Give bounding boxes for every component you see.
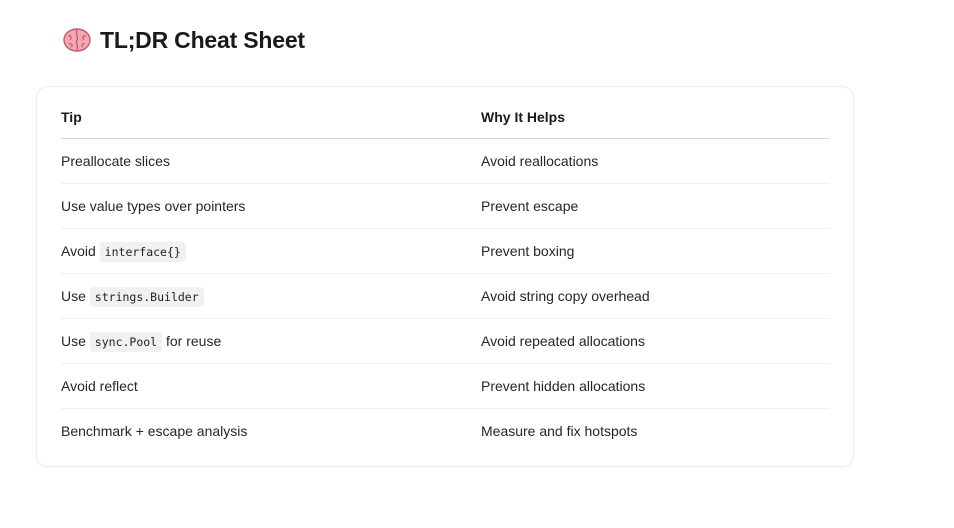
- why-cell: Avoid repeated allocations: [481, 318, 830, 364]
- inline-code: strings.Builder: [89, 286, 204, 307]
- table-row: Benchmark + escape analysis Measure and f…: [61, 408, 830, 453]
- table-row: Use sync.Pool for reuse Avoid repeated al…: [61, 318, 830, 364]
- tip-text: for reuse: [162, 332, 222, 349]
- tip-text: Benchmark + escape analysis: [61, 422, 248, 439]
- tip-cell: Use strings.Builder: [61, 273, 481, 319]
- column-header-tip: Tip: [61, 93, 481, 139]
- tip-text: Preallocate slices: [61, 152, 170, 169]
- tip-text: Use: [61, 332, 90, 349]
- table-row: Use value types over pointers Prevent esc…: [61, 183, 830, 229]
- tip-cell: Preallocate slices: [61, 138, 481, 184]
- table-row: Avoid reflect Prevent hidden allocations: [61, 363, 830, 409]
- tip-cell: Benchmark + escape analysis: [61, 408, 481, 453]
- why-cell: Avoid string copy overhead: [481, 273, 830, 319]
- why-cell: Prevent hidden allocations: [481, 363, 830, 409]
- page-heading: TL;DR Cheat Sheet: [62, 24, 305, 56]
- cheat-sheet-card: Tip Why It Helps Preallocate slices Avoid…: [36, 86, 854, 467]
- table-row: Avoid interface{} Prevent boxing: [61, 228, 830, 274]
- tip-cell: Avoid interface{}: [61, 228, 481, 274]
- table-row: Use strings.Builder Avoid string copy ove…: [61, 273, 830, 319]
- tip-cell: Use sync.Pool for reuse: [61, 318, 481, 364]
- tip-text: Avoid: [61, 242, 100, 259]
- why-cell: Prevent boxing: [481, 228, 830, 274]
- inline-code: sync.Pool: [89, 331, 163, 352]
- brain-icon: [63, 28, 91, 52]
- tip-text: Use: [61, 287, 90, 304]
- tip-text: Avoid reflect: [61, 377, 138, 394]
- page-title: TL;DR Cheat Sheet: [100, 26, 305, 53]
- tip-cell: Avoid reflect: [61, 363, 481, 409]
- table-header-row: Tip Why It Helps: [61, 93, 830, 139]
- why-cell: Prevent escape: [481, 183, 830, 229]
- table-body: Preallocate slices Avoid reallocations Use…: [61, 138, 830, 453]
- cheat-sheet-table: Tip Why It Helps Preallocate slices Avoid…: [61, 93, 830, 453]
- tip-text: Use value types over pointers: [61, 197, 246, 214]
- table-row: Preallocate slices Avoid reallocations: [61, 138, 830, 184]
- why-cell: Measure and fix hotspots: [481, 422, 638, 439]
- column-header-why: Why It Helps: [481, 93, 830, 139]
- tip-cell: Use value types over pointers: [61, 183, 481, 229]
- why-cell: Avoid reallocations: [481, 138, 830, 184]
- inline-code: interface{}: [99, 241, 186, 262]
